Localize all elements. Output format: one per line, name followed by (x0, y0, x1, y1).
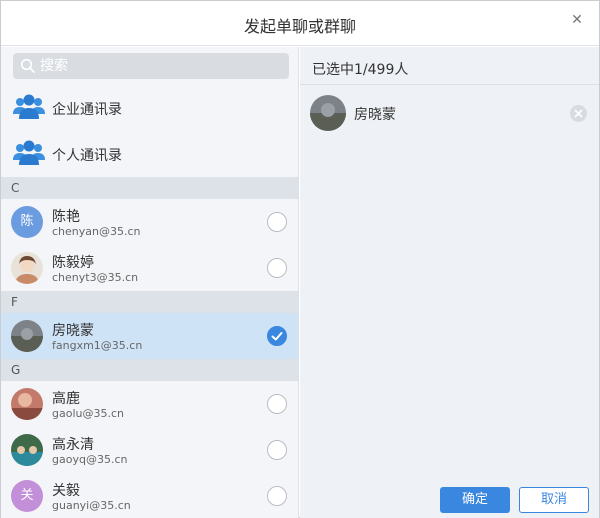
contact-row[interactable]: 高鹿 gaolu@35.cn (1, 381, 298, 427)
avatar: 关 (11, 480, 43, 512)
remove-icon[interactable] (570, 105, 587, 122)
check-icon[interactable] (267, 326, 287, 346)
contact-name: 房晓蒙 (52, 323, 94, 339)
group-header-g: G (1, 359, 298, 381)
cancel-button[interactable]: 取消 (519, 487, 589, 513)
contact-name: 陈艳 (52, 209, 80, 225)
contact-row[interactable]: 房晓蒙 fangxm1@35.cn (1, 313, 298, 359)
avatar (310, 95, 346, 131)
close-icon[interactable]: ✕ (569, 12, 585, 28)
group-header-f: F (1, 291, 298, 313)
avatar (11, 252, 43, 284)
search-area (1, 47, 298, 85)
directory-label: 个人通讯录 (52, 148, 122, 164)
dialog-header: 发起单聊或群聊 ✕ (1, 1, 599, 46)
avatar (11, 434, 43, 466)
contact-row[interactable]: 陈 陈艳 chenyan@35.cn (1, 199, 298, 245)
dialog-title: 发起单聊或群聊 (243, 17, 356, 36)
selected-count: 已选中1/499人 (312, 62, 409, 78)
contact-row[interactable]: 高永清 gaoyq@35.cn (1, 427, 298, 473)
search-icon (20, 58, 35, 73)
search-input[interactable] (40, 53, 280, 79)
select-radio[interactable] (267, 394, 287, 414)
people-group-icon (13, 140, 45, 165)
confirm-button[interactable]: 确定 (440, 487, 510, 513)
avatar: 陈 (11, 206, 43, 238)
group-header-c: C (1, 177, 298, 199)
contact-row[interactable]: 关 关毅 guanyi@35.cn (1, 473, 298, 518)
select-radio[interactable] (267, 212, 287, 232)
directory-enterprise[interactable]: 企业通讯录 (1, 85, 298, 131)
directory-label: 企业通讯录 (52, 102, 122, 118)
contact-name: 关毅 (52, 483, 80, 499)
contact-email: guanyi@35.cn (52, 499, 131, 512)
contact-name: 高鹿 (52, 391, 80, 407)
contact-email: gaolu@35.cn (52, 407, 124, 420)
contact-row[interactable]: 陈毅婷 chenyt3@35.cn (1, 245, 298, 291)
contact-name: 陈毅婷 (52, 255, 94, 271)
avatar (11, 320, 43, 352)
contact-email: chenyt3@35.cn (52, 271, 139, 284)
selected-panel: 已选中1/499人 房晓蒙 确定 取消 (300, 47, 599, 518)
contact-email: chenyan@35.cn (52, 225, 141, 238)
start-chat-dialog: 发起单聊或群聊 ✕ 企业通讯录 (0, 0, 600, 518)
directory-personal[interactable]: 个人通讯录 (1, 131, 298, 177)
contact-name: 高永清 (52, 437, 94, 453)
select-radio[interactable] (267, 440, 287, 460)
select-radio[interactable] (267, 258, 287, 278)
selected-name: 房晓蒙 (354, 107, 396, 123)
people-group-icon (13, 94, 45, 119)
divider (300, 84, 599, 85)
selected-item: 房晓蒙 (300, 95, 599, 135)
avatar (11, 388, 43, 420)
contact-list-panel: 企业通讯录 个人通讯录 C 陈 陈艳 chenyan@35.cn (1, 47, 299, 518)
search-box[interactable] (13, 53, 289, 79)
contact-email: fangxm1@35.cn (52, 339, 143, 352)
select-radio[interactable] (267, 486, 287, 506)
contact-email: gaoyq@35.cn (52, 453, 128, 466)
